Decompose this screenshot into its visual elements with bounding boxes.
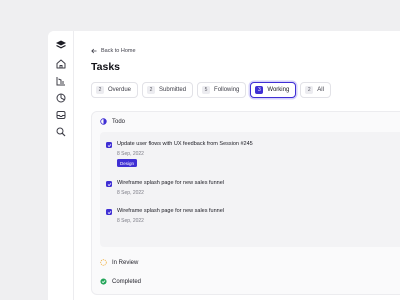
- tab-all[interactable]: 2 All: [300, 82, 331, 98]
- tab-working[interactable]: 3 Working: [250, 82, 297, 98]
- tab-count: 3: [255, 86, 264, 94]
- tab-label: Following: [214, 87, 240, 93]
- task-title[interactable]: Update user flows with UX feedback from …: [117, 141, 253, 147]
- app-window: Back to Home Tasks 2 Overdue 2 Submitted…: [48, 31, 400, 300]
- section-completed-header[interactable]: Completed: [100, 278, 141, 285]
- tab-following[interactable]: 5 Following: [197, 82, 247, 98]
- check-icon: [107, 182, 111, 186]
- tab-count: 5: [202, 86, 211, 94]
- task-date: 8 Sep, 2022: [117, 218, 144, 224]
- chart-icon[interactable]: [55, 75, 67, 87]
- filter-tabs: 2 Overdue 2 Submitted 5 Following 3 Work…: [91, 82, 331, 98]
- tab-label: All: [317, 87, 324, 93]
- tab-count: 2: [305, 86, 314, 94]
- todo-task-list: Update user flows with UX feedback from …: [100, 132, 400, 247]
- tab-label: Submitted: [159, 87, 187, 93]
- todo-status-icon: [100, 118, 107, 125]
- task-date: 8 Sep, 2022: [117, 151, 144, 157]
- section-label: In Review: [112, 259, 139, 266]
- completed-check-icon: [100, 278, 107, 285]
- logo-icon[interactable]: [55, 39, 67, 51]
- back-to-home-link[interactable]: Back to Home: [91, 48, 136, 54]
- task-title[interactable]: Wireframe splash page for new sales funn…: [117, 208, 224, 214]
- task-checkbox[interactable]: [106, 181, 112, 187]
- check-icon: [107, 143, 111, 147]
- tab-count: 2: [96, 86, 104, 94]
- tab-label: Working: [267, 87, 290, 93]
- task-checkbox[interactable]: [106, 142, 112, 148]
- pie-chart-icon[interactable]: [55, 92, 67, 104]
- home-icon[interactable]: [55, 58, 67, 70]
- task-board: Todo Update user flows with UX feedback …: [91, 111, 400, 295]
- section-label: Todo: [112, 118, 126, 125]
- search-icon[interactable]: [55, 126, 67, 138]
- main-content: Back to Home Tasks 2 Overdue 2 Submitted…: [75, 31, 400, 300]
- tab-submitted[interactable]: 2 Submitted: [142, 82, 194, 98]
- section-todo-header[interactable]: Todo: [100, 118, 125, 125]
- sidebar: [48, 31, 74, 300]
- task-tag: Design: [117, 159, 138, 167]
- tab-overdue[interactable]: 2 Overdue: [91, 82, 139, 98]
- task-date: 8 Sep, 2022: [117, 190, 144, 196]
- section-in-review-header[interactable]: In Review: [100, 259, 138, 266]
- page-title: Tasks: [91, 61, 120, 73]
- section-label: Completed: [112, 278, 142, 285]
- inbox-icon[interactable]: [55, 109, 67, 121]
- arrow-left-icon: [91, 48, 97, 54]
- tab-label: Overdue: [108, 87, 132, 93]
- tab-count: 2: [147, 86, 156, 94]
- task-title[interactable]: Wireframe splash page for new sales funn…: [117, 180, 224, 186]
- check-icon: [107, 210, 111, 214]
- back-label: Back to Home: [101, 48, 136, 54]
- in-review-status-icon: [100, 259, 107, 266]
- task-checkbox[interactable]: [106, 209, 112, 215]
